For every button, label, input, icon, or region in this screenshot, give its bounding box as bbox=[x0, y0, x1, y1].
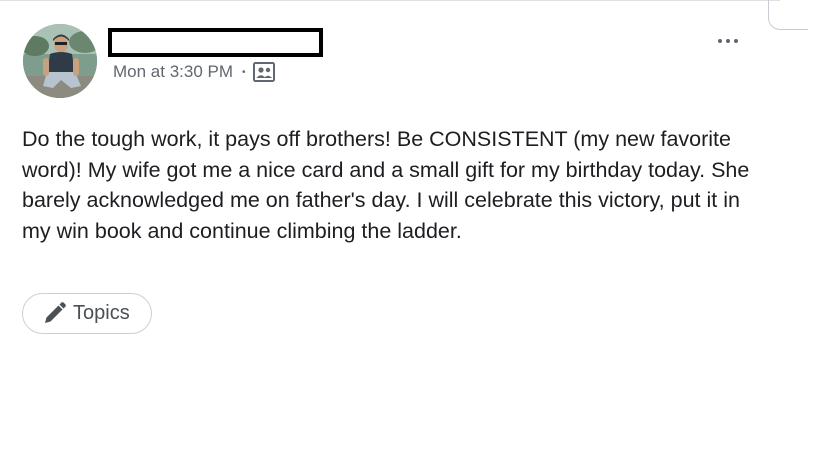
dot-3 bbox=[734, 39, 738, 43]
card-corner bbox=[768, 0, 808, 30]
dot-2 bbox=[726, 39, 730, 43]
group-audience-icon bbox=[252, 62, 275, 82]
avatar[interactable] bbox=[23, 24, 97, 98]
post-meta: Mon at 3:30 PM • bbox=[113, 61, 275, 83]
avatar-photo bbox=[23, 24, 97, 98]
pencil-icon bbox=[41, 301, 67, 327]
more-options-icon[interactable] bbox=[708, 30, 748, 52]
dot-1 bbox=[718, 39, 722, 43]
post-timestamp[interactable]: Mon at 3:30 PM bbox=[113, 62, 233, 82]
topics-label: Topics bbox=[73, 302, 130, 324]
topics-button[interactable]: Topics bbox=[22, 293, 152, 334]
post-body: Do the tough work, it pays off brothers!… bbox=[22, 127, 750, 243]
top-divider bbox=[0, 0, 780, 1]
meta-separator: • bbox=[242, 66, 246, 78]
redacted-name bbox=[108, 28, 323, 57]
